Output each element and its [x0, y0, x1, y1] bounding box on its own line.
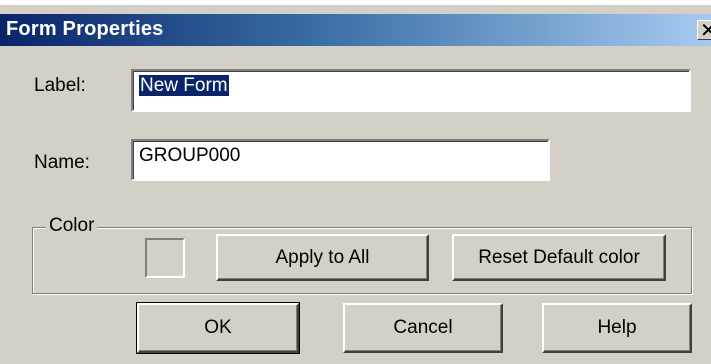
form-properties-dialog: Form Properties ✕ Label: New Form Name: …: [0, 5, 711, 364]
apply-to-all-button[interactable]: Apply to All: [216, 234, 429, 281]
name-input[interactable]: GROUP000: [131, 139, 550, 181]
cancel-label: Cancel: [393, 317, 453, 338]
color-swatch[interactable]: [145, 238, 185, 278]
title-bar[interactable]: Form Properties ✕: [0, 14, 711, 46]
reset-default-color-label: Reset Default color: [478, 247, 640, 268]
dialog-title: Form Properties: [6, 18, 164, 40]
close-icon: ✕: [700, 20, 711, 42]
ok-button[interactable]: OK: [136, 302, 300, 354]
name-caption: Name:: [34, 152, 90, 173]
cancel-button[interactable]: Cancel: [343, 303, 503, 353]
help-label: Help: [597, 317, 637, 338]
name-input-value: GROUP000: [139, 145, 241, 166]
apply-to-all-label: Apply to All: [275, 247, 370, 268]
reset-default-color-button[interactable]: Reset Default color: [452, 234, 666, 281]
label-input-value: New Form: [139, 75, 229, 96]
label-input[interactable]: New Form: [131, 69, 691, 112]
ok-label: OK: [204, 317, 232, 338]
close-button[interactable]: ✕: [697, 20, 711, 42]
help-button[interactable]: Help: [542, 303, 692, 353]
color-group-label: Color: [46, 215, 98, 237]
label-caption: Label:: [34, 75, 86, 96]
